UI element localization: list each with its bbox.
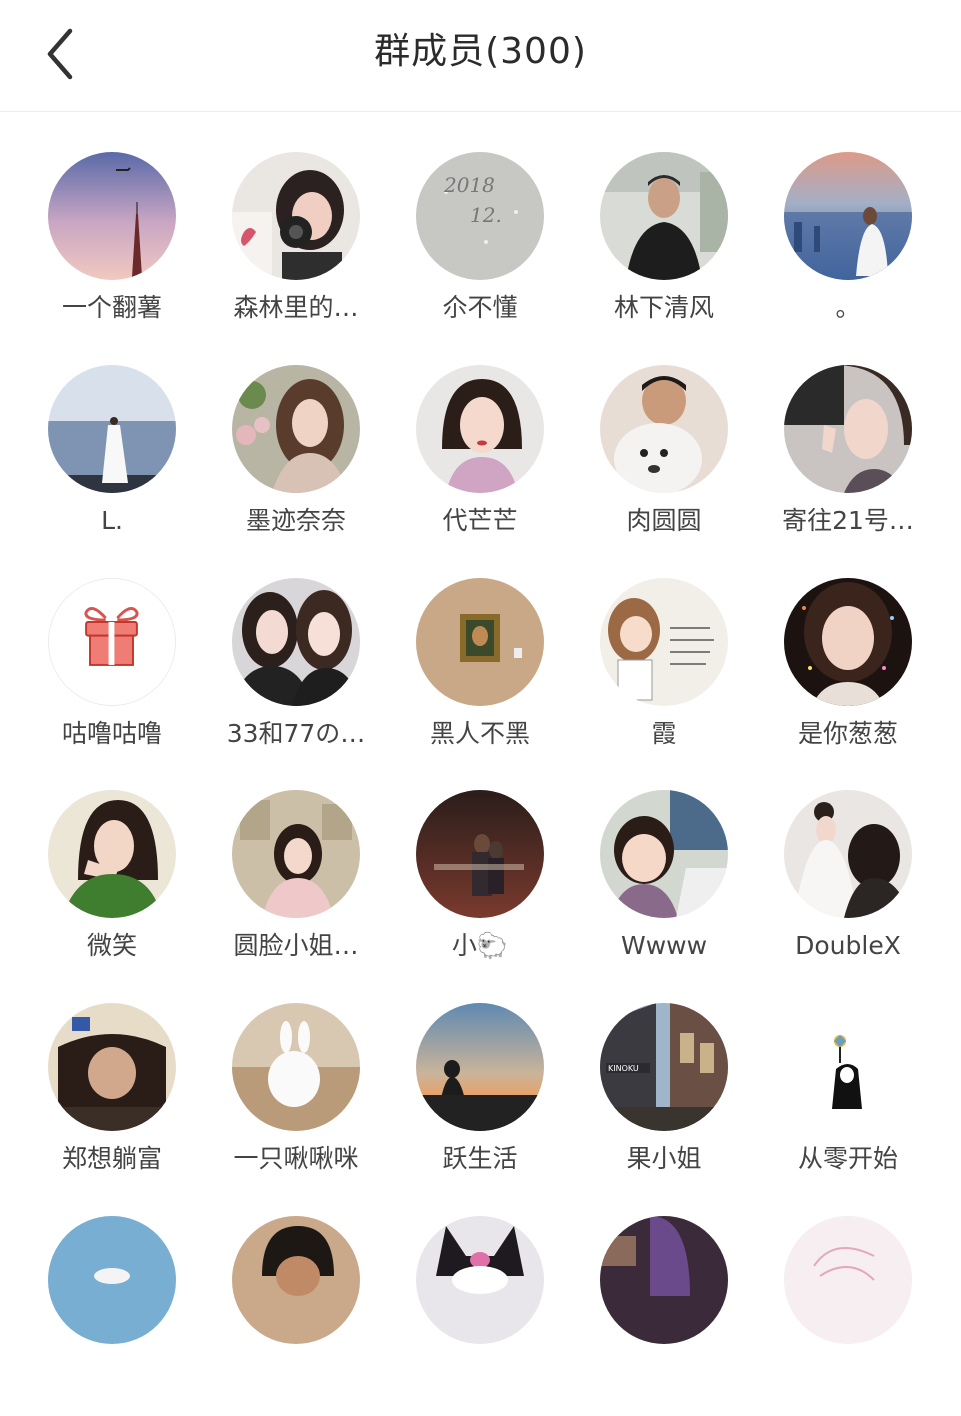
member-name: 寄往21号… (782, 506, 914, 535)
avatar (784, 1003, 912, 1131)
member-name: 跃生活 (442, 1144, 518, 1173)
avatar (48, 152, 176, 280)
avatar (48, 1003, 176, 1131)
avatar (48, 1216, 176, 1344)
avatar (232, 578, 360, 706)
avatar: KINOKU (600, 1003, 728, 1131)
avatar (232, 790, 360, 918)
member-item[interactable]: 森林里的… (204, 152, 388, 352)
avatar (232, 1216, 360, 1344)
gift-icon (49, 579, 174, 704)
avatar (600, 1216, 728, 1344)
member-item[interactable]: DoubleX (756, 790, 940, 990)
svg-text:12.: 12. (470, 203, 502, 227)
avatar (232, 152, 360, 280)
member-name: DoubleX (795, 931, 901, 960)
avatar (416, 1216, 544, 1344)
member-item[interactable] (20, 1216, 204, 1416)
member-name: 小🐑 (451, 931, 509, 960)
member-item[interactable]: 代芒芒 (388, 365, 572, 565)
avatar (600, 365, 728, 493)
member-item[interactable]: 咕噜咕噜 (20, 578, 204, 778)
avatar (232, 1003, 360, 1131)
member-name: 是你葱葱 (797, 719, 898, 748)
member-name: 。 (835, 293, 861, 322)
member-name: 林下清风 (613, 293, 714, 322)
member-item[interactable] (572, 1216, 756, 1416)
avatar (784, 578, 912, 706)
member-item[interactable]: 是你葱葱 (756, 578, 940, 778)
member-item[interactable]: Wwww (572, 790, 756, 990)
member-name: L. (101, 506, 123, 535)
avatar (600, 578, 728, 706)
member-name: 尒不懂 (442, 293, 518, 322)
member-item[interactable]: 肉圆圆 (572, 365, 756, 565)
member-name: 微笑 (86, 931, 137, 960)
member-grid: 一个翻薯 森林里的… 2018 12. 尒不懂 林下清风 。 L. 墨迹奈奈 代… (0, 0, 961, 1344)
member-item[interactable] (204, 1216, 388, 1416)
member-item[interactable]: L. (20, 365, 204, 565)
avatar (600, 152, 728, 280)
member-item[interactable]: 2018 12. 尒不懂 (388, 152, 572, 352)
member-name: 墨迹奈奈 (245, 506, 346, 535)
member-name: 咕噜咕噜 (61, 719, 162, 748)
member-name: 霞 (651, 719, 677, 748)
member-name: 森林里的… (233, 293, 359, 322)
member-name: Wwww (620, 931, 708, 960)
member-item[interactable]: 郑想躺富 (20, 1003, 204, 1203)
member-name: 一个翻薯 (61, 293, 162, 322)
avatar (48, 365, 176, 493)
avatar (600, 790, 728, 918)
member-item[interactable] (388, 1216, 572, 1416)
avatar (416, 578, 544, 706)
avatar (48, 790, 176, 918)
member-name: 圆脸小姐… (233, 931, 359, 960)
member-item[interactable]: 墨迹奈奈 (204, 365, 388, 565)
member-name: 代芒芒 (442, 506, 518, 535)
svg-text:KINOKU: KINOKU (608, 1064, 639, 1073)
avatar (784, 152, 912, 280)
member-name: 黑人不黑 (429, 719, 530, 748)
member-item[interactable]: 林下清风 (572, 152, 756, 352)
member-item[interactable]: 小🐑 (388, 790, 572, 990)
avatar (416, 365, 544, 493)
avatar (48, 578, 176, 706)
member-name: 肉圆圆 (626, 506, 702, 535)
member-item[interactable]: 寄往21号… (756, 365, 940, 565)
member-name: 一只啾啾咪 (233, 1144, 359, 1173)
member-name: 33和77の… (226, 719, 366, 748)
member-name: 从零开始 (797, 1144, 898, 1173)
member-item[interactable] (756, 1216, 940, 1416)
member-item[interactable]: 黑人不黑 (388, 578, 572, 778)
avatar (232, 365, 360, 493)
member-item[interactable]: 霞 (572, 578, 756, 778)
svg-text:2018: 2018 (443, 173, 495, 197)
member-item[interactable]: 从零开始 (756, 1003, 940, 1203)
avatar (784, 1216, 912, 1344)
member-name: 果小姐 (626, 1144, 702, 1173)
avatar: 2018 12. (416, 152, 544, 280)
avatar (416, 790, 544, 918)
member-item[interactable]: 一个翻薯 (20, 152, 204, 352)
member-item[interactable]: KINOKU 果小姐 (572, 1003, 756, 1203)
member-item[interactable]: 圆脸小姐… (204, 790, 388, 990)
avatar (784, 790, 912, 918)
member-name: 郑想躺富 (61, 1144, 162, 1173)
member-item[interactable]: 跃生活 (388, 1003, 572, 1203)
avatar (784, 365, 912, 493)
member-item[interactable]: 微笑 (20, 790, 204, 990)
member-item[interactable]: 33和77の… (204, 578, 388, 778)
avatar (416, 1003, 544, 1131)
member-item[interactable]: 。 (756, 152, 940, 352)
member-item[interactable]: 一只啾啾咪 (204, 1003, 388, 1203)
